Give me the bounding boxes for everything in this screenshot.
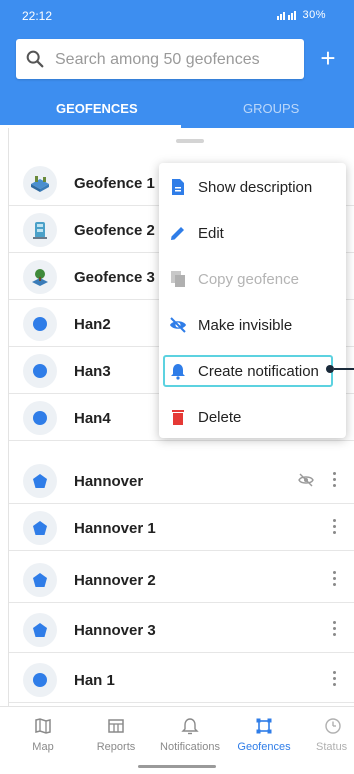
search-icon (26, 50, 44, 68)
building-icon (23, 213, 57, 247)
menu-item-copy-geofence[interactable]: Copy geofence (159, 259, 346, 299)
battery-percent: 30% (302, 9, 326, 21)
list-item[interactable]: Hannover 1 (9, 505, 354, 551)
eye-off-icon (298, 473, 314, 487)
polygon-geofence-icon (23, 613, 57, 647)
more-options-icon[interactable] (327, 671, 341, 689)
nav-geofences[interactable]: Geofences (229, 717, 299, 753)
status-bar: 22:12 30% (0, 0, 354, 32)
list-item[interactable]: Han 1 (9, 657, 354, 703)
geofence-name: Geofence 1 (74, 175, 155, 192)
eye-off-icon (170, 317, 186, 333)
geofence-name: Han2 (74, 316, 111, 333)
geofence-name: Hannover 3 (74, 622, 156, 639)
geofence-name: Han4 (74, 410, 111, 427)
polygon-geofence-icon (23, 464, 57, 498)
tree-icon (23, 260, 57, 294)
nav-reports[interactable]: Reports (81, 717, 151, 753)
tile-icon (23, 166, 57, 200)
home-indicator (138, 765, 216, 768)
document-icon (172, 179, 184, 195)
reports-icon (108, 719, 124, 733)
list-item[interactable]: Hannover 3 (9, 607, 354, 653)
geofence-name: Han 1 (74, 672, 115, 689)
menu-item-label: Delete (198, 409, 242, 426)
nav-label: Geofences (237, 741, 291, 753)
status-icon (325, 718, 341, 734)
menu-item-label: Show description (198, 179, 313, 196)
circle-geofence-icon (23, 307, 57, 341)
geofence-name: Hannover 2 (74, 572, 156, 589)
status-time: 22:12 (22, 9, 53, 23)
nav-status[interactable]: Status (300, 717, 354, 753)
add-geofence-button[interactable]: + (313, 42, 343, 76)
geofence-name: Geofence 2 (74, 222, 155, 239)
geofence-name: Han3 (74, 363, 111, 380)
polygon-geofence-icon (23, 563, 57, 597)
geofence-name: Geofence 3 (74, 269, 155, 286)
drag-handle[interactable] (176, 139, 204, 143)
pencil-icon (171, 227, 184, 240)
circle-geofence-icon (23, 354, 57, 388)
tab-groups[interactable]: GROUPS (243, 101, 299, 116)
trash-icon (172, 410, 184, 425)
map-icon (35, 718, 51, 734)
menu-item-delete[interactable]: Delete (159, 397, 346, 437)
more-options-icon[interactable] (327, 519, 341, 537)
geofence-icon (256, 718, 272, 734)
signal-icon (276, 11, 296, 21)
list-item[interactable]: Hannover 2 (9, 557, 354, 603)
bell-icon (181, 718, 199, 735)
circle-geofence-icon (23, 401, 57, 435)
nav-notifications[interactable]: Notifications (155, 717, 225, 753)
menu-item-edit[interactable]: Edit (159, 213, 346, 253)
copy-icon (171, 271, 185, 287)
menu-item-show-description[interactable]: Show description (159, 167, 346, 207)
circle-geofence-icon (23, 663, 57, 697)
nav-label: Map (32, 741, 54, 753)
bottom-nav: Map Reports Notifications Geofences Stat… (0, 706, 354, 774)
list-item[interactable]: Hannover (9, 458, 354, 504)
more-options-icon[interactable] (327, 621, 341, 639)
search-placeholder: Search among 50 geofences (55, 51, 260, 68)
annotation-line (334, 368, 354, 370)
more-options-icon[interactable] (327, 472, 341, 490)
nav-label: Reports (96, 741, 136, 753)
polygon-geofence-icon (23, 511, 57, 545)
geofence-name: Hannover (74, 473, 144, 490)
battery-indicator: 30% (276, 9, 326, 21)
app-header: 22:12 30% Search among 50 geofences + GE… (0, 0, 354, 128)
nav-label: Status (316, 741, 348, 753)
menu-item-label: Edit (198, 225, 224, 242)
menu-item-make-invisible[interactable]: Make invisible (159, 305, 346, 345)
geofence-name: Hannover 1 (74, 520, 156, 537)
highlight-box (163, 355, 333, 387)
tab-geofences[interactable]: GEOFENCES (56, 101, 138, 116)
search-input[interactable]: Search among 50 geofences (16, 39, 304, 79)
context-menu: Show description Edit Copy geofence Make… (159, 163, 346, 438)
annotation-pointer (326, 365, 334, 373)
nav-map[interactable]: Map (8, 717, 78, 753)
nav-label: Notifications (160, 741, 220, 753)
more-options-icon[interactable] (327, 571, 341, 589)
menu-item-label: Copy geofence (198, 271, 299, 288)
menu-item-label: Make invisible (198, 317, 293, 334)
